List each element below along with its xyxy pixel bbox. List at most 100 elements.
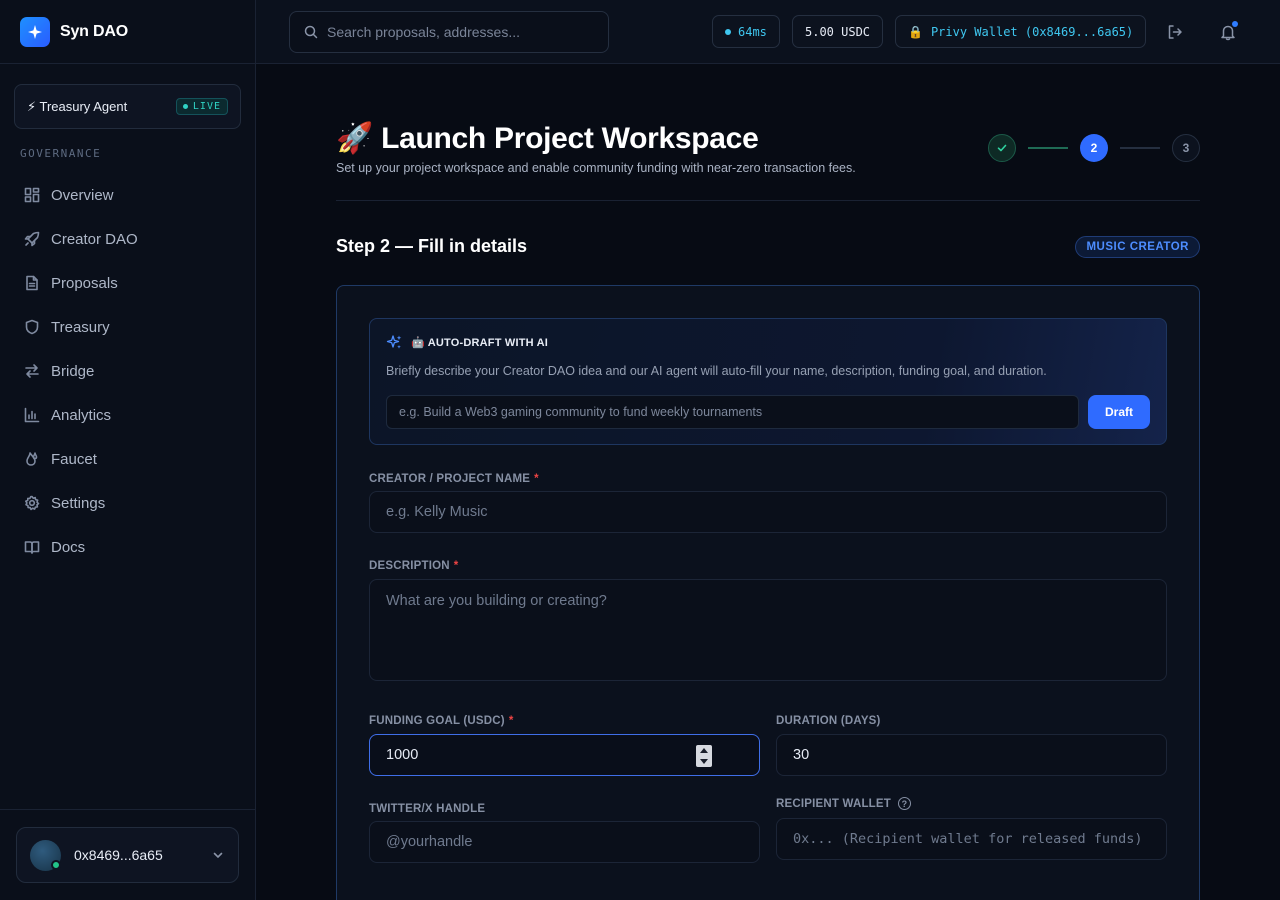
funding-goal-label-text: FUNDING GOAL (USDC): [369, 715, 505, 727]
description-textarea[interactable]: [369, 579, 1167, 681]
duration-label: DURATION (DAYS): [776, 715, 881, 727]
step-3-pending[interactable]: 3: [1172, 134, 1200, 162]
sidebar-item-label: Overview: [51, 186, 114, 204]
twitter-handle-input[interactable]: [369, 821, 760, 863]
description-label-text: DESCRIPTION: [369, 560, 450, 572]
ai-draft-panel: 🤖 AUTO-DRAFT WITH AI Briefly describe yo…: [369, 318, 1167, 445]
step-heading: Step 2 — Fill in details: [336, 236, 528, 256]
step-2-active[interactable]: 2: [1080, 134, 1108, 162]
main-content: 🚀 Launch Project Workspace Set up your p…: [256, 64, 1280, 900]
status-dot-icon: [725, 28, 731, 35]
usdc-balance: 5.00 USDC: [792, 15, 884, 48]
step-connector: [1120, 147, 1160, 149]
project-form: 🤖 AUTO-DRAFT WITH AI Briefly describe yo…: [336, 285, 1200, 900]
wallet-button[interactable]: 🔒 Privy Wallet (0x8469...6a65): [895, 15, 1147, 48]
notification-dot: [1232, 21, 1238, 27]
recipient-wallet-input[interactable]: [776, 818, 1167, 860]
duration-label-text: DURATION (DAYS): [776, 715, 881, 727]
number-stepper[interactable]: [696, 745, 712, 767]
wallet-label: Privy Wallet (0x8469...6a65): [930, 24, 1134, 39]
logout-button[interactable]: [1163, 20, 1187, 44]
shield-icon: [25, 319, 39, 335]
recipient-wallet-label: RECIPIENT WALLET ?: [776, 797, 912, 810]
latency-indicator: 64ms: [712, 15, 780, 48]
check-icon: [997, 144, 1007, 152]
search-box[interactable]: [289, 11, 609, 53]
stepper: 2 3: [988, 134, 1200, 162]
project-name-label-text: CREATOR / PROJECT NAME: [369, 473, 531, 485]
ai-draft-title: 🤖 AUTO-DRAFT WITH AI: [386, 334, 548, 351]
page-title: 🚀 Launch Project Workspace: [336, 122, 759, 155]
user-account-menu[interactable]: 0x8469...6a65: [16, 827, 239, 883]
twitter-label-text: TWITTER/X HANDLE: [369, 803, 486, 815]
sidebar-item-analytics[interactable]: Analytics: [0, 393, 256, 437]
sidebar-item-faucet[interactable]: Faucet: [0, 437, 256, 481]
header-divider: [336, 200, 1200, 201]
step-connector: [1028, 147, 1068, 149]
sidebar-item-treasury[interactable]: Treasury: [0, 305, 256, 349]
project-name-input[interactable]: [369, 491, 1167, 533]
online-status-dot: [51, 859, 61, 870]
sidebar-item-bridge[interactable]: Bridge: [0, 349, 256, 393]
ai-draft-description: Briefly describe your Creator DAO idea a…: [386, 364, 1047, 378]
sidebar-item-overview[interactable]: Overview: [0, 173, 256, 217]
user-address: 0x8469...6a65: [74, 847, 163, 863]
brand-name: Syn DAO: [60, 22, 128, 40]
sidebar-item-label: Creator DAO: [51, 230, 138, 248]
notifications-button[interactable]: [1216, 20, 1240, 44]
live-dot-icon: [182, 104, 188, 109]
description-label: DESCRIPTION *: [369, 560, 458, 572]
book-icon: [24, 541, 40, 554]
duration-input[interactable]: [776, 734, 1167, 776]
droplet-icon: [26, 452, 38, 466]
sidebar-divider: [0, 809, 256, 810]
arrows-icon: [25, 364, 39, 378]
increment-icon[interactable]: [700, 748, 708, 753]
required-marker: *: [508, 715, 514, 727]
search-icon: [304, 25, 318, 39]
help-icon[interactable]: ?: [898, 797, 912, 810]
treasury-agent-label: ⚡ Treasury Agent: [27, 98, 128, 114]
project-name-label: CREATOR / PROJECT NAME *: [369, 473, 539, 485]
required-marker: *: [534, 473, 539, 485]
step-1-complete[interactable]: [988, 134, 1016, 162]
treasury-agent-card[interactable]: ⚡ Treasury Agent LIVE: [14, 84, 241, 129]
sidebar-item-label: Bridge: [51, 362, 95, 380]
search-input[interactable]: [327, 24, 597, 40]
sidebar: Syn DAO ⚡ Treasury Agent LIVE GOVERNANCE…: [0, 0, 256, 900]
topbar: 64ms 5.00 USDC 🔒 Privy Wallet (0x8469...…: [256, 0, 1280, 64]
sparkle-logo-icon: [20, 16, 50, 47]
lock-icon: 🔒: [908, 24, 923, 39]
page-subtitle: Set up your project workspace and enable…: [336, 161, 856, 175]
brand[interactable]: Syn DAO: [0, 0, 255, 64]
draft-button[interactable]: Draft: [1088, 395, 1150, 429]
document-icon: [26, 275, 38, 291]
sidebar-item-label: Treasury: [51, 318, 110, 336]
sidebar-item-creator-dao[interactable]: Creator DAO: [0, 217, 256, 261]
live-badge-label: LIVE: [192, 101, 221, 112]
rocket-icon: [24, 231, 40, 247]
funding-goal-label: FUNDING GOAL (USDC) *: [369, 715, 514, 727]
sidebar-item-settings[interactable]: Settings: [0, 481, 256, 525]
sidebar-item-label: Docs: [51, 538, 86, 556]
sidebar-nav: Overview Creator DAO Proposals Treasury …: [0, 173, 256, 569]
balance-value: 5.00 USDC: [805, 24, 871, 39]
decrement-icon[interactable]: [700, 759, 708, 764]
sidebar-item-docs[interactable]: Docs: [0, 525, 256, 569]
required-marker: *: [453, 560, 459, 572]
chevron-down-icon: [213, 852, 223, 859]
twitter-label: TWITTER/X HANDLE: [369, 803, 485, 815]
grid-icon: [24, 187, 40, 203]
bar-chart-icon: [24, 407, 40, 423]
category-badge: MUSIC CREATOR: [1075, 236, 1200, 258]
gear-icon: [25, 495, 40, 511]
avatar: [30, 839, 61, 871]
ai-draft-title-text: 🤖 AUTO-DRAFT WITH AI: [411, 337, 549, 349]
sidebar-item-label: Faucet: [51, 450, 97, 468]
recipient-wallet-label-text: RECIPIENT WALLET: [776, 797, 892, 810]
sidebar-item-proposals[interactable]: Proposals: [0, 261, 256, 305]
sidebar-item-label: Proposals: [51, 274, 118, 292]
sidebar-item-label: Analytics: [51, 406, 112, 424]
ai-prompt-input[interactable]: [386, 395, 1079, 429]
sparkles-icon: [386, 335, 402, 349]
